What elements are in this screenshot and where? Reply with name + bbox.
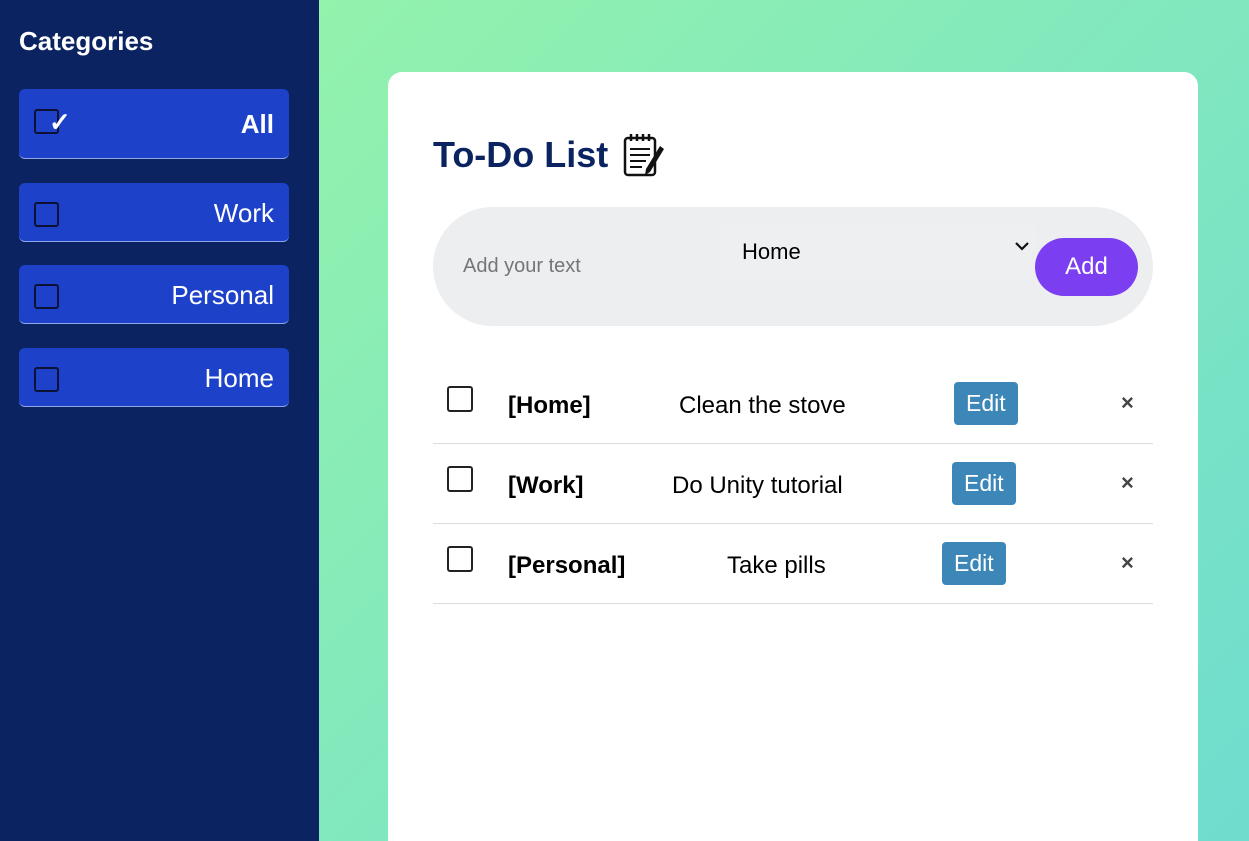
- notepad-pencil-icon: [624, 134, 665, 177]
- todo-row: [Personal] Take pills Edit ×: [433, 524, 1153, 604]
- delete-icon[interactable]: ×: [1121, 470, 1134, 496]
- todo-category: [Personal]: [508, 552, 626, 579]
- edit-button[interactable]: Edit: [952, 462, 1016, 505]
- edit-button[interactable]: Edit: [942, 542, 1006, 585]
- delete-icon[interactable]: ×: [1121, 550, 1134, 576]
- todo-checkbox[interactable]: [447, 386, 473, 412]
- todo-category: [Home]: [508, 392, 591, 419]
- page-title: To-Do List: [433, 134, 609, 175]
- add-button[interactable]: Add: [1035, 238, 1138, 296]
- todo-row: [Work] Do Unity tutorial Edit ×: [433, 444, 1153, 524]
- category-label: Personal: [171, 280, 274, 310]
- todo-text-input[interactable]: Add your text: [463, 255, 581, 278]
- todo-category: [Work]: [508, 472, 584, 499]
- todo-card: To-Do List Add your text Home Add [Home]…: [388, 72, 1198, 841]
- category-label: Home: [204, 363, 274, 393]
- sidebar-title: Categories: [19, 26, 154, 56]
- checkmark-icon: ✓: [49, 107, 71, 137]
- category-button-personal[interactable]: Personal: [19, 265, 289, 324]
- todo-text: Take pills: [727, 552, 826, 579]
- chevron-down-icon: [1015, 242, 1029, 251]
- todo-text: Clean the stove: [679, 392, 846, 419]
- todo-text: Do Unity tutorial: [672, 472, 843, 499]
- todo-checkbox[interactable]: [447, 546, 473, 572]
- page-title-row: To-Do List: [433, 132, 666, 178]
- category-select[interactable]: Home: [721, 222, 1036, 280]
- category-label: Work: [213, 198, 274, 228]
- category-button-home[interactable]: Home: [19, 348, 289, 407]
- edit-button[interactable]: Edit: [954, 382, 1018, 425]
- category-button-work[interactable]: Work: [19, 183, 289, 242]
- category-checkbox[interactable]: [34, 284, 59, 309]
- add-todo-bar: Add your text Home Add: [433, 207, 1153, 326]
- category-button-all[interactable]: ✓ All: [19, 89, 289, 159]
- sidebar: Categories ✓ All Work Personal Home: [0, 0, 319, 841]
- delete-icon[interactable]: ×: [1121, 390, 1134, 416]
- category-checkbox[interactable]: [34, 202, 59, 227]
- todo-checkbox[interactable]: [447, 466, 473, 492]
- category-label: All: [240, 109, 274, 139]
- category-select-value: Home: [742, 239, 801, 264]
- category-checkbox[interactable]: [34, 367, 59, 392]
- todo-row: [Home] Clean the stove Edit ×: [433, 364, 1153, 444]
